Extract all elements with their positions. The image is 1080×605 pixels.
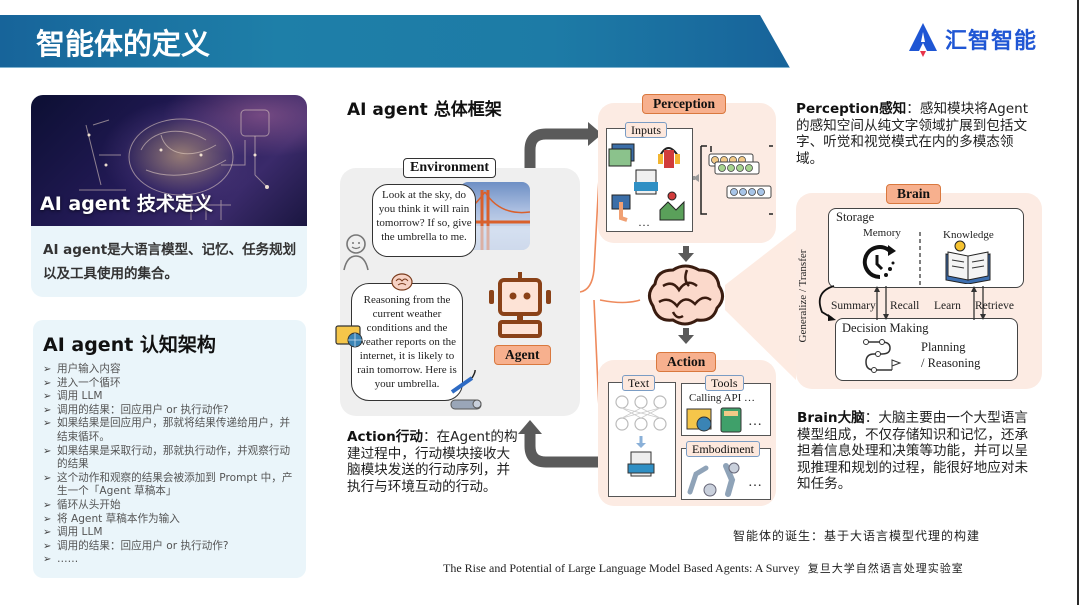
source-org: 复旦大学自然语言处理实验室 xyxy=(807,562,964,575)
action-description-head: Action行动 xyxy=(347,429,423,445)
robot-agent-icon xyxy=(489,272,551,338)
robot-limbs-icon: … xyxy=(687,462,762,497)
action-description: Action行动：在Agent的构建过程中，行动模块接收大脑模块发送的行动序列，… xyxy=(347,429,522,495)
source-en-title: The Rise and Potential of Large Language… xyxy=(443,561,800,575)
env-to-perception-arrow xyxy=(524,128,590,168)
planning-path-icon xyxy=(863,339,902,373)
map-location-icon xyxy=(659,191,685,221)
brain-connector xyxy=(599,299,641,304)
input-modalities-icons: … xyxy=(608,143,685,229)
action-label: Action xyxy=(656,352,717,372)
svg-text:…: … xyxy=(748,475,762,490)
tools-caption: Calling API … xyxy=(689,392,756,404)
memory-label: Memory xyxy=(863,227,901,239)
source-citation: The Rise and Potential of Large Language… xyxy=(443,560,964,576)
memory-clock-icon xyxy=(862,245,896,280)
summary-label: Summary xyxy=(831,300,876,312)
embodiment-label: Embodiment xyxy=(686,441,760,457)
learn-label: Learn xyxy=(934,300,961,312)
calculator-icon xyxy=(720,407,742,433)
brain-description: Brain大脑：大脑主要由一个大型语言模型组成，不仅存储知识和记忆，还承担着信息… xyxy=(797,410,1039,493)
user-person-icon xyxy=(343,234,369,271)
image-icon xyxy=(608,143,635,167)
arrow-down-icon xyxy=(678,253,694,262)
web-browser-icon xyxy=(335,325,363,348)
headphones-audio-icon xyxy=(658,147,680,168)
touch-screen-icon xyxy=(611,194,631,222)
tools-icons: … xyxy=(686,407,762,433)
inputs-ellipsis: … xyxy=(638,215,650,229)
decision-making-label: Decision Making xyxy=(842,321,929,335)
environment-label: Environment xyxy=(403,158,497,178)
brain-label: Brain xyxy=(886,184,942,204)
svg-text:…: … xyxy=(748,414,762,429)
txt-file-icon xyxy=(627,463,655,474)
source-cn-title: 智能体的诞生：基于大语言模型代理的构建 xyxy=(733,529,981,543)
retrieve-label: Retrieve xyxy=(975,300,1014,312)
neural-network-text-icon xyxy=(615,395,667,477)
user-speech-bubble: Look at the sky, do you think it will ra… xyxy=(372,184,476,257)
mini-brain-icon xyxy=(391,273,413,291)
txt-file-icon xyxy=(634,169,658,195)
brain-projection xyxy=(725,230,796,380)
reasoning-label: / Reasoning xyxy=(921,356,981,370)
arrow-down-icon xyxy=(678,335,694,344)
perception-description: Perception感知：感知模块将Agent的感知空间从纯文字领域扩展到包括文… xyxy=(796,101,1036,167)
token-embeddings-icon: … xyxy=(693,145,773,215)
perception-description-head: Perception感知 xyxy=(796,101,907,117)
generalize-transfer-label: Generalize / Transfer xyxy=(797,249,809,343)
brain-description-head: Brain大脑 xyxy=(797,410,865,426)
knowledge-book-bulb-icon xyxy=(945,240,991,284)
agent-brace xyxy=(579,159,601,431)
planning-label: Planning xyxy=(921,340,966,354)
agent-label: Agent xyxy=(494,345,551,365)
inputs-label: Inputs xyxy=(625,122,667,138)
central-brain-icon xyxy=(648,264,724,326)
umbrella-robot-arm-icon xyxy=(450,370,482,410)
text-action-label: Text xyxy=(622,375,656,391)
recall-label: Recall xyxy=(890,300,920,312)
action-to-env-arrow xyxy=(524,432,598,468)
tools-label: Tools xyxy=(705,375,744,391)
perception-label: Perception xyxy=(642,94,726,114)
web-browser-icon xyxy=(686,408,712,432)
storage-label: Storage xyxy=(836,210,875,224)
